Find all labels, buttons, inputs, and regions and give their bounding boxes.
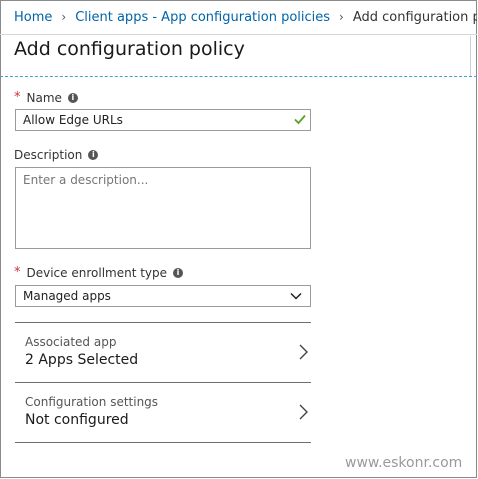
device-enrollment-label-row: * Device enrollment type i (14, 265, 184, 280)
name-label-row: * Name i (14, 90, 78, 105)
configuration-settings-row[interactable]: Configuration settings Not configured (15, 383, 311, 441)
device-enrollment-label: Device enrollment type (26, 265, 168, 280)
configuration-settings-label: Configuration settings (25, 395, 159, 409)
breadcrumb-client-apps-link[interactable]: Client apps - App configuration policies (75, 10, 330, 25)
chevron-right-icon (299, 344, 308, 360)
page-title: Add configuration policy (14, 38, 245, 60)
associated-app-label: Associated app (25, 335, 117, 349)
breadcrumb-current: Add configuration policy (352, 9, 477, 25)
chevron-right-icon: › (61, 10, 67, 24)
name-field-value: Allow Edge URLs (23, 113, 123, 127)
chevron-down-icon (290, 292, 302, 300)
name-field[interactable]: Allow Edge URLs (15, 109, 311, 131)
chevron-right-icon: › (339, 10, 344, 24)
row-divider (15, 442, 311, 443)
name-label: Name (26, 90, 62, 105)
description-placeholder: Enter a description... (23, 173, 149, 187)
associated-app-value: 2 Apps Selected (25, 352, 139, 368)
breadcrumb-home-link[interactable]: Home (14, 10, 52, 25)
description-label: Description (14, 148, 83, 162)
device-enrollment-select[interactable]: Managed apps (15, 285, 311, 307)
breadcrumb: Home › Client apps - App configuration p… (0, 0, 477, 35)
watermark: www.eskonr.com (345, 455, 463, 471)
info-icon[interactable]: i (67, 92, 78, 103)
associated-app-row[interactable]: Associated app 2 Apps Selected (15, 323, 311, 381)
info-icon[interactable]: i (88, 150, 99, 160)
header-divider (0, 76, 477, 77)
device-enrollment-selected: Managed apps (23, 289, 111, 303)
configuration-settings-value: Not configured (25, 412, 129, 428)
chevron-right-icon (299, 404, 308, 420)
panel-divider (470, 36, 471, 76)
required-marker: * (14, 265, 21, 280)
info-icon[interactable]: i (173, 267, 184, 278)
description-field[interactable]: Enter a description... (15, 167, 311, 249)
required-marker: * (14, 90, 21, 105)
checkmark-icon (294, 114, 306, 125)
description-label-row: Description i (14, 148, 99, 162)
